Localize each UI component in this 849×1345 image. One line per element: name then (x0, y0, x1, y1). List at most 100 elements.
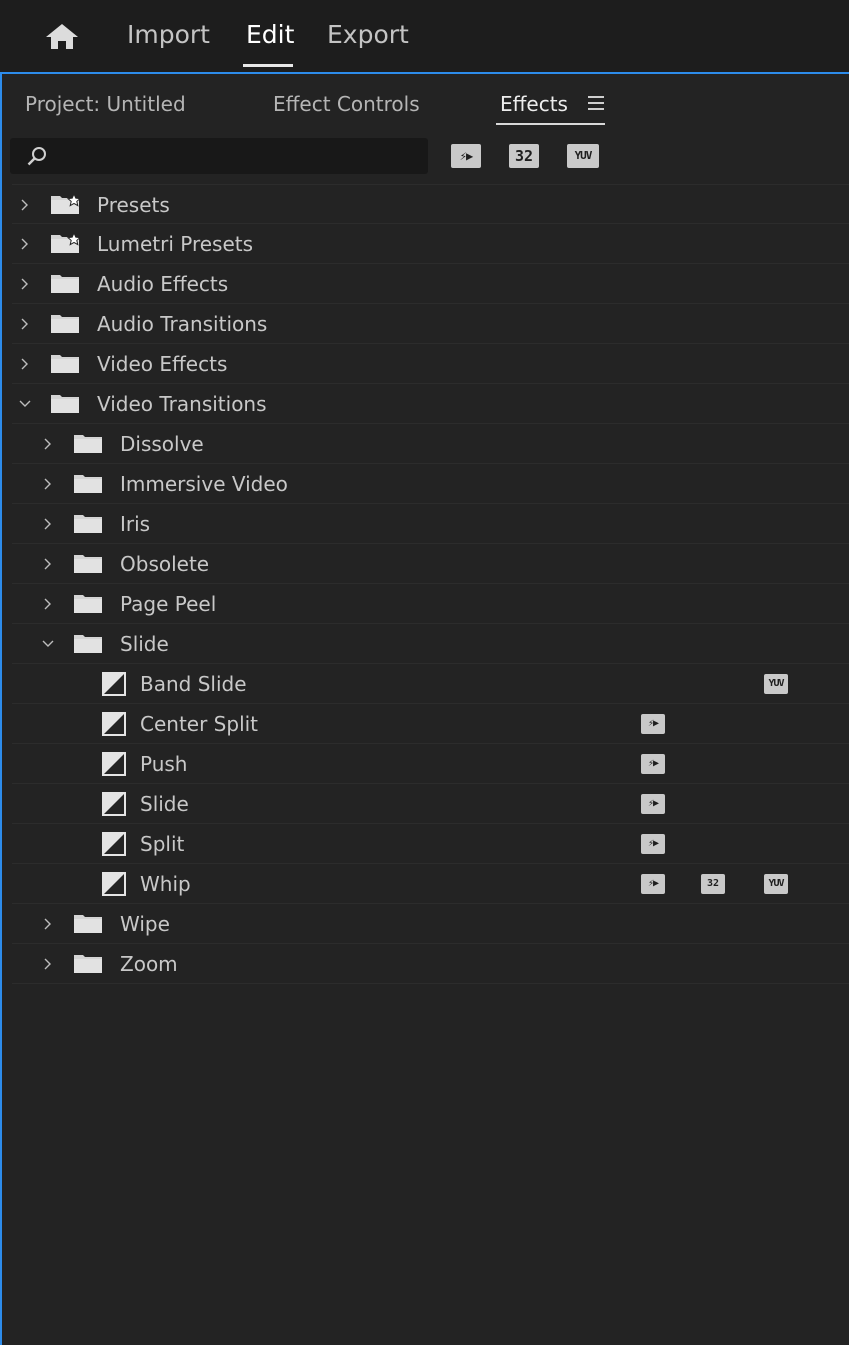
accelerated-badge: ⚡▶ (641, 754, 665, 774)
transition-icon (102, 832, 126, 856)
chevron-right-icon[interactable] (18, 237, 32, 251)
folder-label: Slide (120, 632, 169, 656)
folder-row[interactable]: Dissolve (12, 424, 849, 464)
tab-effect-controls[interactable]: Effect Controls (273, 92, 420, 116)
transition-label: Push (140, 752, 188, 776)
chevron-right-icon[interactable] (41, 557, 55, 571)
transition-label: Whip (140, 872, 191, 896)
accelerated-badge: ⚡▶ (641, 794, 665, 814)
folder-icon (74, 955, 102, 973)
folder-row[interactable]: Slide (12, 624, 849, 664)
folder-icon (74, 515, 102, 533)
accelerated-badge: ⚡▶ (641, 714, 665, 734)
hamburger-menu-icon[interactable] (588, 96, 604, 110)
folder-label: Dissolve (120, 432, 204, 456)
active-workspace-indicator (243, 64, 293, 67)
folder-icon (51, 315, 79, 333)
folder-icon (51, 395, 79, 413)
chevron-down-icon[interactable] (41, 637, 55, 651)
folder-label: Audio Effects (97, 272, 229, 296)
folder-row[interactable]: Video Effects (12, 344, 849, 384)
chevron-right-icon[interactable] (41, 437, 55, 451)
transition-item[interactable]: Push ⚡▶ (12, 744, 849, 784)
workspace-tab-edit[interactable]: Edit (246, 18, 294, 54)
workspace-tab-import[interactable]: Import (127, 18, 210, 54)
folder-icon (74, 915, 102, 933)
folder-row[interactable]: Video Transitions (12, 384, 849, 424)
folder-icon (51, 275, 79, 293)
preset-folder-icon (51, 195, 80, 214)
folder-row[interactable]: Page Peel (12, 584, 849, 624)
transition-label: Center Split (140, 712, 259, 736)
transition-label: Slide (140, 792, 189, 816)
chevron-right-icon[interactable] (18, 198, 32, 212)
home-icon[interactable] (44, 22, 80, 50)
effects-panel: Project: Untitled Effect Controls Effect… (0, 72, 849, 1345)
folder-row[interactable]: Zoom (12, 944, 849, 984)
folder-icon (74, 435, 102, 453)
transition-label: Split (140, 832, 185, 856)
folder-label: Immersive Video (120, 472, 288, 496)
folder-row[interactable]: Presets (12, 184, 849, 224)
workspace-tab-export[interactable]: Export (327, 18, 409, 54)
32bit-badge: 32 (701, 874, 725, 894)
accelerated-effects-filter-button[interactable]: ⚡▶ (451, 144, 481, 168)
folder-label: Video Transitions (97, 392, 267, 416)
search-input[interactable] (10, 138, 428, 174)
transition-icon (102, 792, 126, 816)
transition-item[interactable]: Whip ⚡▶ 32 YUV (12, 864, 849, 904)
folder-row[interactable]: Iris (12, 504, 849, 544)
accelerated-badge: ⚡▶ (641, 834, 665, 854)
folder-label: Lumetri Presets (97, 232, 254, 256)
preset-folder-icon (51, 234, 80, 253)
active-tab-indicator (496, 123, 605, 125)
transition-icon (102, 712, 126, 736)
yuv-effects-filter-button[interactable]: YUV (567, 144, 599, 168)
folder-label: Wipe (120, 912, 170, 936)
transition-item[interactable]: Slide ⚡▶ (12, 784, 849, 824)
tab-effects[interactable]: Effects (500, 92, 568, 116)
chevron-down-icon[interactable] (18, 397, 32, 411)
effects-tree: Presets Lumetri Presets Audio Effects Audio… (12, 184, 849, 984)
folder-icon (51, 355, 79, 373)
folder-row[interactable]: Wipe (12, 904, 849, 944)
folder-label: Audio Transitions (97, 312, 268, 336)
transition-icon (102, 752, 126, 776)
transition-item[interactable]: Split ⚡▶ (12, 824, 849, 864)
chevron-right-icon[interactable] (41, 957, 55, 971)
chevron-right-icon[interactable] (41, 917, 55, 931)
chevron-right-icon[interactable] (18, 317, 32, 331)
folder-label: Obsolete (120, 552, 210, 576)
folder-label: Zoom (120, 952, 178, 976)
tab-project[interactable]: Project: Untitled (25, 92, 186, 116)
transition-label: Band Slide (140, 672, 247, 696)
folder-row[interactable]: Immersive Video (12, 464, 849, 504)
transition-icon (102, 872, 126, 896)
search-icon (27, 147, 46, 166)
folder-label: Iris (120, 512, 151, 536)
folder-label: Presets (97, 193, 170, 217)
folder-icon (74, 635, 102, 653)
folder-row[interactable]: Audio Effects (12, 264, 849, 304)
folder-label: Video Effects (97, 352, 228, 376)
folder-row[interactable]: Obsolete (12, 544, 849, 584)
folder-row[interactable]: Lumetri Presets (12, 224, 849, 264)
yuv-badge: YUV (764, 874, 788, 894)
chevron-right-icon[interactable] (18, 357, 32, 371)
folder-label: Page Peel (120, 592, 217, 616)
accelerated-badge: ⚡▶ (641, 874, 665, 894)
chevron-right-icon[interactable] (41, 477, 55, 491)
workspace-bar: Import Edit Export (0, 0, 849, 72)
folder-row[interactable]: Audio Transitions (12, 304, 849, 344)
folder-icon (74, 475, 102, 493)
32bit-effects-filter-button[interactable]: 32 (509, 144, 539, 168)
transition-item[interactable]: Center Split ⚡▶ (12, 704, 849, 744)
chevron-right-icon[interactable] (41, 517, 55, 531)
chevron-right-icon[interactable] (18, 277, 32, 291)
folder-icon (74, 555, 102, 573)
folder-icon (74, 595, 102, 613)
transition-item[interactable]: Band Slide YUV (12, 664, 849, 704)
transition-icon (102, 672, 126, 696)
yuv-badge: YUV (764, 674, 788, 694)
chevron-right-icon[interactable] (41, 597, 55, 611)
